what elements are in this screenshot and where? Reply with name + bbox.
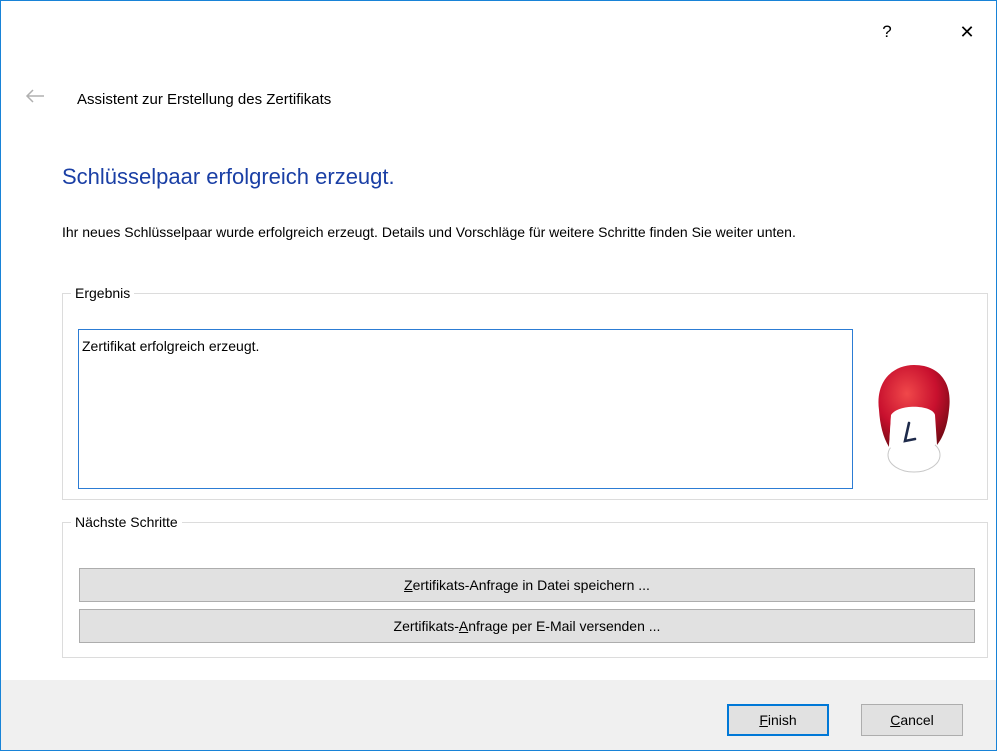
save-request-to-file-button[interactable]: Zertifikats-Anfrage in Datei speichern .… bbox=[79, 568, 975, 602]
finish-mnemonic: F bbox=[759, 712, 768, 728]
close-button[interactable]: ✕ bbox=[947, 15, 987, 49]
save-request-label-post: ertifikats-Anfrage in Datei speichern ..… bbox=[412, 577, 650, 593]
arrow-left-icon[interactable] bbox=[25, 89, 45, 103]
result-group: Ergebnis Zertifikat erfolgreich erzeugt. bbox=[62, 285, 988, 500]
cancel-label: ancel bbox=[900, 712, 934, 728]
email-request-mnemonic: A bbox=[458, 618, 469, 634]
next-steps-group: Nächste Schritte Zertifikats-Anfrage in … bbox=[62, 514, 988, 658]
cancel-mnemonic: C bbox=[890, 712, 901, 728]
save-request-mnemonic: Z bbox=[404, 577, 413, 593]
kleopatra-mascot-icon bbox=[878, 365, 950, 473]
cancel-button[interactable]: Cancel bbox=[861, 704, 963, 736]
page-description: Ihr neues Schlüsselpaar wurde erfolgreic… bbox=[62, 224, 796, 240]
email-request-label-pre: Zertifikats- bbox=[393, 618, 459, 634]
wizard-title: Assistent zur Erstellung des Zertifikats bbox=[77, 91, 332, 108]
finish-label: inish bbox=[767, 712, 797, 728]
result-textbox[interactable]: Zertifikat erfolgreich erzeugt. bbox=[78, 329, 853, 489]
page-heading: Schlüsselpaar erfolgreich erzeugt. bbox=[62, 164, 395, 189]
button-bar: Finish Cancel bbox=[1, 680, 996, 750]
next-steps-label: Nächste Schritte bbox=[75, 514, 178, 530]
help-button[interactable]: ? bbox=[867, 15, 907, 49]
email-request-label-post: nfrage per E-Mail versenden ... bbox=[468, 618, 661, 634]
send-request-by-email-button[interactable]: Zertifikats- Anfrage per E-Mail versenden… bbox=[79, 609, 975, 643]
title-bar: ? ✕ bbox=[1, 1, 996, 63]
finish-button[interactable]: Finish bbox=[727, 704, 829, 736]
wizard-window: ? ✕ Assistent zur Erstellung des Zertifi… bbox=[0, 0, 997, 751]
result-group-label: Ergebnis bbox=[75, 285, 131, 301]
